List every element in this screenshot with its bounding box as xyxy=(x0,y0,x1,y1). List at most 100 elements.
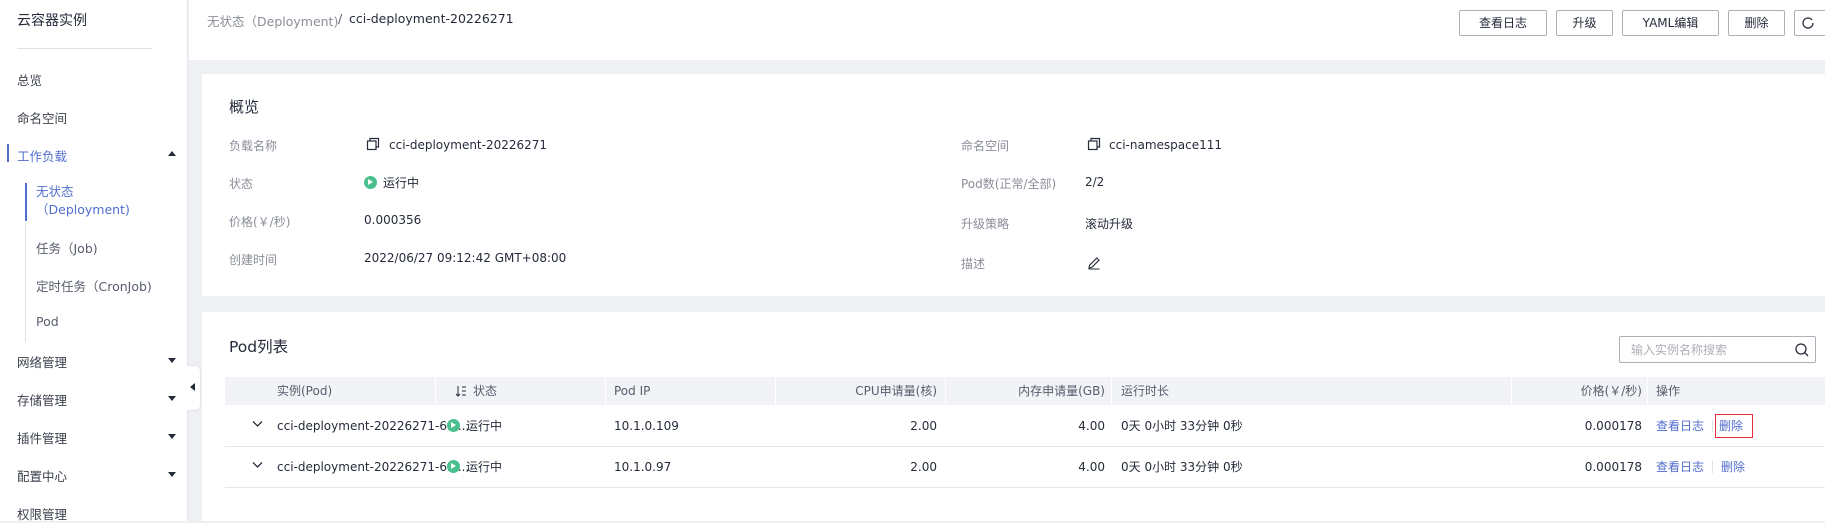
pod-uptime: 0天 0小时 33分钟 0秒 xyxy=(1121,460,1243,474)
search-icon[interactable] xyxy=(1794,342,1810,358)
sidebar-active-indicator xyxy=(7,144,9,162)
overview-title: 概览 xyxy=(229,98,260,116)
pod-operations: 查看日志 删除 xyxy=(1656,406,1754,446)
sidebar-item-overview[interactable]: 总览 xyxy=(17,70,42,89)
pod-name: cci-deployment-20226271-6fc... xyxy=(277,419,470,433)
workload-name-label: 负载名称 xyxy=(229,139,278,153)
pod-list-card: Pod列表 实例(Pod) 状态 Pod IP CPU申请量(核) 内存申请量(… xyxy=(202,312,1825,521)
delete-pod-link[interactable]: 删除 xyxy=(1715,414,1754,438)
upgrade-strategy-label: 升级策略 xyxy=(961,217,1010,231)
pod-search-input[interactable] xyxy=(1621,338,1791,361)
pod-price: 0.000178 xyxy=(1584,419,1642,433)
sidebar-item-permissions[interactable]: 权限管理 xyxy=(17,504,67,523)
running-status-icon xyxy=(447,460,460,473)
table-header: 实例(Pod) 状态 Pod IP CPU申请量(核) 内存申请量(GB) 运行… xyxy=(225,377,1825,405)
column-header-price: 价格(￥/秒) xyxy=(1580,384,1642,398)
description-label: 描述 xyxy=(961,257,986,271)
running-status-icon xyxy=(447,419,460,432)
namespace-value: cci-namespace111 xyxy=(1109,138,1222,152)
chevron-down-icon[interactable] xyxy=(168,396,176,401)
view-logs-link[interactable]: 查看日志 xyxy=(1656,460,1704,474)
delete-pod-link[interactable]: 删除 xyxy=(1721,460,1745,474)
pod-ip: 10.1.0.97 xyxy=(614,460,672,474)
pod-memory: 4.00 xyxy=(1078,419,1105,433)
chevron-down-icon[interactable] xyxy=(252,461,263,469)
sidebar-subitem-deployment-line1: 无状态 xyxy=(36,184,74,199)
created-time-value: 2022/06/27 09:12:42 GMT+08:00 xyxy=(364,251,567,265)
chevron-down-icon[interactable] xyxy=(252,420,263,428)
pod-count-value: 2/2 xyxy=(1085,175,1105,189)
sidebar-divider xyxy=(17,48,152,49)
sidebar-item-storage[interactable]: 存储管理 xyxy=(17,390,67,409)
page-header: 无状态（Deployment) / cci-deployment-2022627… xyxy=(189,0,1825,60)
sidebar-item-namespace[interactable]: 命名空间 xyxy=(17,108,67,127)
operation-divider xyxy=(1712,461,1714,473)
sidebar: 云容器实例 总览 命名空间 工作负载 无状态 （Deployment) 任务（J… xyxy=(0,0,188,523)
sidebar-subitem-deployment[interactable]: 无状态 （Deployment) xyxy=(36,183,130,219)
sidebar-item-network[interactable]: 网络管理 xyxy=(17,352,67,371)
pod-name: cci-deployment-20226271-6fc... xyxy=(277,460,470,474)
pod-cpu: 2.00 xyxy=(910,419,937,433)
namespace-label: 命名空间 xyxy=(961,139,1010,153)
table-row: cci-deployment-20226271-6fc... 运行中 10.1.… xyxy=(225,406,1825,447)
operation-divider xyxy=(1712,420,1714,432)
column-header-status[interactable]: 状态 xyxy=(455,377,497,405)
sidebar-sub-active-indicator xyxy=(25,183,27,221)
sidebar-item-plugins[interactable]: 插件管理 xyxy=(17,428,67,447)
pod-status-text: 运行中 xyxy=(466,419,503,433)
column-header-operations: 操作 xyxy=(1656,384,1681,398)
status-value: 运行中 xyxy=(364,174,419,191)
breadcrumb-parent[interactable]: 无状态（Deployment) xyxy=(207,11,338,30)
column-divider xyxy=(1111,377,1112,405)
sidebar-title: 云容器实例 xyxy=(17,13,87,29)
breadcrumb-current: cci-deployment-20226271 xyxy=(349,11,514,26)
edit-icon[interactable] xyxy=(1087,256,1101,270)
refresh-button[interactable] xyxy=(1794,10,1825,36)
chevron-up-icon[interactable] xyxy=(168,151,176,156)
pod-status: 运行中 xyxy=(447,406,502,446)
sidebar-subitem-job[interactable]: 任务（Job) xyxy=(36,238,98,257)
pod-price: 0.000178 xyxy=(1584,460,1642,474)
overview-card: 概览 负载名称 cci-deployment-20226271 状态 运行中 价… xyxy=(202,74,1825,296)
copy-icon[interactable] xyxy=(1087,137,1101,151)
sort-icon[interactable] xyxy=(455,385,467,397)
sidebar-item-config[interactable]: 配置中心 xyxy=(17,466,67,485)
sidebar-sub-guide-line xyxy=(25,222,26,342)
status-label: 状态 xyxy=(229,177,254,191)
created-time-label: 创建时间 xyxy=(229,253,278,267)
workload-name-value: cci-deployment-20226271 xyxy=(389,138,548,152)
table-row: cci-deployment-20226271-6fc... 运行中 10.1.… xyxy=(225,447,1825,488)
sidebar-subitem-pod[interactable]: Pod xyxy=(36,314,59,329)
chevron-down-icon[interactable] xyxy=(168,358,176,363)
pod-list-title: Pod列表 xyxy=(229,338,289,356)
copy-icon[interactable] xyxy=(366,137,380,151)
chevron-down-icon[interactable] xyxy=(168,434,176,439)
column-header-cpu: CPU申请量(核) xyxy=(855,384,937,398)
pod-operations: 查看日志 删除 xyxy=(1656,447,1745,487)
column-header-instance: 实例(Pod) xyxy=(277,384,333,398)
pod-ip: 10.1.0.109 xyxy=(614,419,679,433)
upgrade-button[interactable]: 升级 xyxy=(1556,10,1613,36)
delete-button[interactable]: 删除 xyxy=(1728,10,1785,36)
chevron-down-icon[interactable] xyxy=(168,472,176,477)
refresh-icon xyxy=(1802,17,1814,29)
column-header-ip: Pod IP xyxy=(614,384,651,398)
column-header-memory: 内存申请量(GB) xyxy=(1018,384,1105,398)
pod-status-text: 运行中 xyxy=(466,460,503,474)
pod-status: 运行中 xyxy=(447,447,502,487)
upgrade-strategy-value: 滚动升级 xyxy=(1085,217,1134,231)
sidebar-item-workload[interactable]: 工作负载 xyxy=(17,146,67,165)
view-logs-button[interactable]: 查看日志 xyxy=(1459,10,1547,36)
status-value-text: 运行中 xyxy=(383,176,420,190)
sidebar-collapse-button[interactable] xyxy=(187,365,201,411)
view-logs-link[interactable]: 查看日志 xyxy=(1656,419,1704,433)
price-value: 0.000356 xyxy=(364,213,422,227)
sidebar-subitem-cronjob[interactable]: 定时任务（CronJob) xyxy=(36,276,152,295)
yaml-edit-button[interactable]: YAML编辑 xyxy=(1622,10,1719,36)
running-status-icon xyxy=(364,176,377,189)
breadcrumb-separator: / xyxy=(338,11,343,26)
pod-uptime: 0天 0小时 33分钟 0秒 xyxy=(1121,419,1243,433)
pod-count-label: Pod数(正常/全部) xyxy=(961,177,1057,191)
sidebar-subitem-deployment-line2: （Deployment) xyxy=(36,202,130,217)
column-divider xyxy=(435,377,436,405)
